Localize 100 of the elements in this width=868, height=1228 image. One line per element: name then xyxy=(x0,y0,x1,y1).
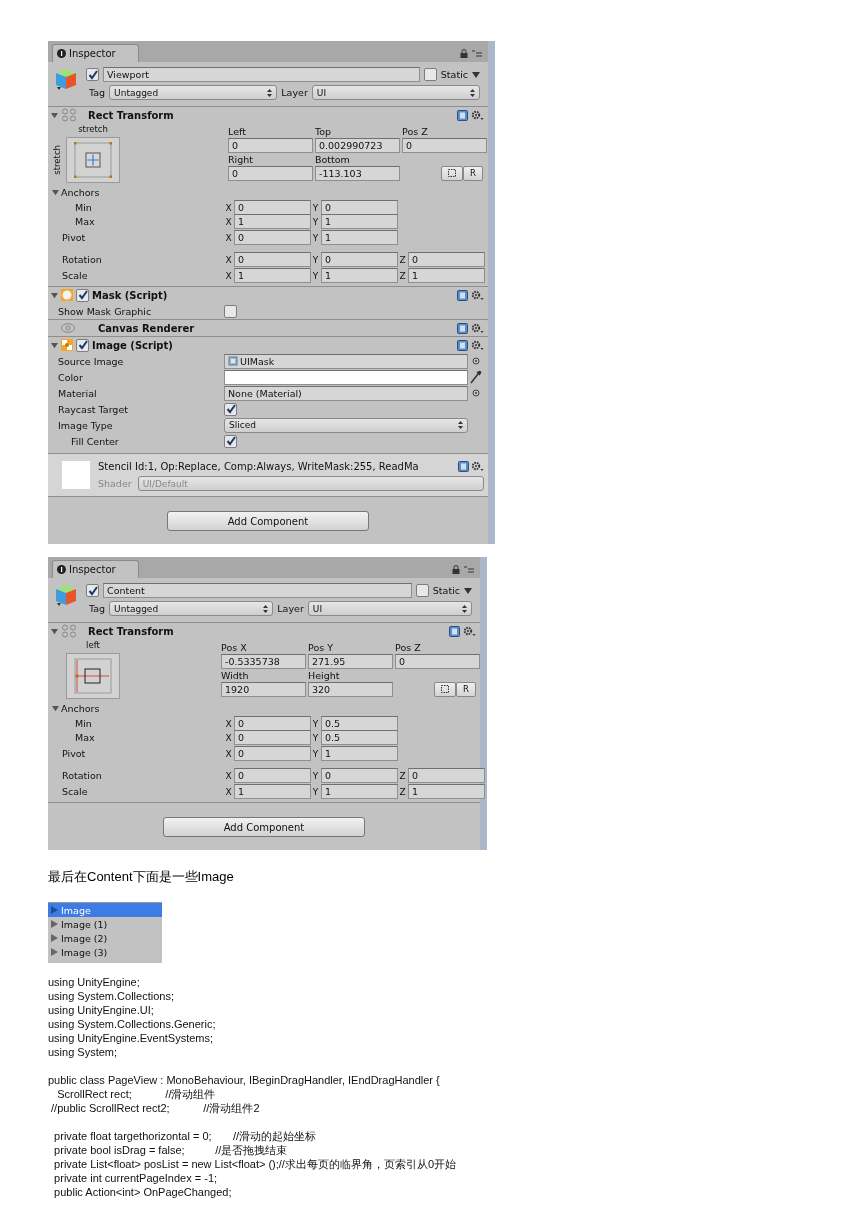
inspector-tab[interactable]: Inspector xyxy=(52,44,139,62)
blueprint-button[interactable] xyxy=(441,165,464,181)
input-field[interactable]: -0.5335738 xyxy=(221,653,306,669)
color-field[interactable] xyxy=(224,369,468,385)
input-field[interactable]: 320 xyxy=(308,681,393,697)
input-field[interactable]: 1920 xyxy=(221,681,306,697)
input-field[interactable]: 1 xyxy=(408,784,485,799)
help-icon[interactable] xyxy=(457,339,468,351)
input-field[interactable]: 1 xyxy=(408,268,485,283)
tag-dropdown[interactable]: Untagged xyxy=(109,85,278,100)
input-field[interactable]: 0 xyxy=(234,730,311,745)
checkbox[interactable] xyxy=(86,68,99,81)
raw-edit-button[interactable]: R xyxy=(456,681,476,697)
blueprint-button[interactable] xyxy=(434,681,457,697)
name-field[interactable]: Content xyxy=(103,583,412,598)
foldout-triangle-icon[interactable] xyxy=(51,627,58,635)
raw-edit-button[interactable]: R xyxy=(463,165,483,181)
input-field[interactable]: 0 xyxy=(228,165,313,181)
input-field[interactable]: 0 xyxy=(234,746,311,761)
code-line: using UnityEngine.UI; xyxy=(48,1003,155,1017)
checkbox[interactable] xyxy=(224,402,237,416)
foldout-triangle-icon[interactable] xyxy=(51,341,58,349)
shader-label: Shader xyxy=(98,478,132,489)
input-field[interactable]: 1 xyxy=(321,214,398,229)
input-field[interactable]: 1 xyxy=(321,268,398,283)
foldout-triangle-icon[interactable] xyxy=(51,111,58,119)
input-field[interactable]: 0 xyxy=(228,137,313,153)
axis-label: X xyxy=(224,270,233,281)
name-field[interactable]: Viewport xyxy=(103,67,420,82)
input-field[interactable]: 0 xyxy=(402,137,487,153)
input-field[interactable]: 1 xyxy=(321,746,398,761)
object-field[interactable]: None (Material) xyxy=(224,385,468,401)
input-field[interactable]: -113.103 xyxy=(315,165,400,181)
axis-label: Y xyxy=(311,216,320,227)
input-field[interactable]: 271.95 xyxy=(308,653,393,669)
help-icon[interactable] xyxy=(458,461,469,472)
settings-icon[interactable] xyxy=(471,339,484,351)
checkbox[interactable] xyxy=(224,304,237,318)
input-field[interactable]: 0 xyxy=(408,768,485,783)
input-field[interactable]: 0 xyxy=(234,252,311,267)
anchor-preset-button[interactable] xyxy=(66,653,120,699)
object-picker-icon[interactable] xyxy=(472,357,480,365)
input-field[interactable]: 0 xyxy=(234,230,311,245)
settings-icon[interactable] xyxy=(471,461,484,472)
foldout-triangle-icon[interactable] xyxy=(51,291,58,299)
add-component-button[interactable]: Add Component xyxy=(163,817,365,837)
layer-dropdown[interactable]: UI xyxy=(311,85,480,100)
input-field[interactable]: 1 xyxy=(321,784,398,799)
property-label: Fill Center xyxy=(70,435,120,447)
settings-icon[interactable] xyxy=(463,625,476,637)
input-field[interactable]: 0.5 xyxy=(321,730,398,745)
input-field[interactable]: 0 xyxy=(408,252,485,267)
checkbox[interactable] xyxy=(76,338,89,352)
settings-icon[interactable] xyxy=(471,322,484,334)
settings-icon[interactable] xyxy=(471,289,484,301)
input-field[interactable]: 0 xyxy=(321,252,398,267)
info-icon xyxy=(57,49,66,58)
hierarchy-item[interactable]: Image (2) xyxy=(48,931,162,945)
object-field[interactable]: UIMask xyxy=(224,353,468,369)
up-down-arrows-icon xyxy=(462,604,467,613)
input-field[interactable]: 0 xyxy=(234,768,311,783)
code-line: public class PageView : MonoBehaviour, IBeginDragHandler, IEndDragHandler { xyxy=(48,1073,441,1087)
preset-label: left xyxy=(85,640,101,652)
input-field[interactable]: 1 xyxy=(234,268,311,283)
input-field[interactable]: 1 xyxy=(234,784,311,799)
help-icon[interactable] xyxy=(457,289,468,301)
inspector-tab[interactable]: Inspector xyxy=(52,560,139,578)
checkbox[interactable] xyxy=(224,434,237,448)
lock-icon[interactable] xyxy=(460,49,468,58)
settings-icon[interactable] xyxy=(471,109,484,121)
checkbox[interactable] xyxy=(423,68,437,81)
help-icon[interactable] xyxy=(457,322,468,334)
anchors-label: Anchors xyxy=(61,703,100,714)
input-field[interactable]: 1 xyxy=(321,230,398,245)
object-picker-icon[interactable] xyxy=(472,389,480,397)
checkbox[interactable] xyxy=(86,584,99,597)
lock-icon[interactable] xyxy=(452,565,460,574)
hierarchy-item[interactable]: Image (1) xyxy=(48,917,162,931)
foldout-triangle-icon[interactable] xyxy=(52,189,59,196)
add-component-button[interactable]: Add Component xyxy=(167,511,369,531)
checkbox[interactable] xyxy=(415,584,429,597)
foldout-triangle-icon[interactable] xyxy=(52,705,59,712)
hierarchy-item[interactable]: Image (3) xyxy=(48,945,162,959)
caret-icon[interactable] xyxy=(464,587,472,594)
input-field[interactable]: 0 xyxy=(321,768,398,783)
up-down-arrows-icon xyxy=(458,421,463,429)
info-icon xyxy=(57,565,66,574)
dropdown[interactable]: Sliced xyxy=(224,417,468,433)
help-icon[interactable] xyxy=(449,625,460,637)
tag-dropdown[interactable]: Untagged xyxy=(109,601,274,616)
input-field[interactable]: 1 xyxy=(234,214,311,229)
hierarchy-item[interactable]: Image xyxy=(48,903,162,917)
checkbox[interactable] xyxy=(76,288,89,302)
input-field[interactable]: 0 xyxy=(395,653,480,669)
layer-dropdown[interactable]: UI xyxy=(307,601,472,616)
input-field[interactable]: 0.002990723 xyxy=(315,137,400,153)
caret-icon[interactable] xyxy=(472,71,480,78)
eyedropper-icon[interactable] xyxy=(470,370,482,384)
code-line: private List<float> posList = new List<float> ();//求出每页的临界角，页索引从0开始 xyxy=(53,1157,458,1171)
help-icon[interactable] xyxy=(457,109,468,121)
